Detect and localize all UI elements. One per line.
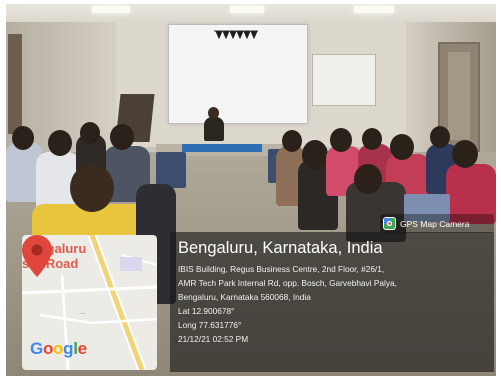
location-title: Bengaluru, Karnataka, India <box>178 239 383 257</box>
location-pin-icon <box>22 235 52 277</box>
google-logo-letter: o <box>53 339 64 358</box>
address-line-3: Bengaluru, Karnataka 560068, India <box>178 292 311 302</box>
gps-map-camera-icon <box>383 217 396 230</box>
ceiling-light <box>354 6 394 13</box>
screen-banner <box>214 30 258 40</box>
door-panel <box>448 52 470 140</box>
audience-head <box>390 134 414 160</box>
audience-head <box>70 164 114 212</box>
whiteboard <box>312 54 376 106</box>
google-logo-letter: g <box>63 339 74 358</box>
latitude: Lat 12.900678° <box>178 306 235 316</box>
audience-head <box>80 122 100 144</box>
timestamp: 21/12/21 02:52 PM <box>178 334 249 344</box>
audience-head <box>302 140 328 170</box>
google-logo: Google <box>30 339 87 359</box>
floor-mat <box>182 144 262 152</box>
left-wall-panel <box>8 34 22 134</box>
longitude: Long 77.631776° <box>178 320 242 330</box>
google-logo-letter: o <box>42 339 54 358</box>
ceiling-light <box>230 6 264 13</box>
audience-head <box>330 128 352 152</box>
audience-head <box>430 126 450 148</box>
audience-head <box>12 126 34 150</box>
gps-map-camera-badge: GPS Map Camera <box>380 214 494 233</box>
audience-head <box>282 130 302 152</box>
map-marker-dots: ... <box>79 307 86 316</box>
address-line-1: IBIS Building, Regus Business Centre, 2n… <box>178 264 385 274</box>
audience-head <box>110 124 134 150</box>
google-logo-letter: G <box>30 339 43 358</box>
address-line-2: AMR Tech Park Internal Rd, opp. Bosch, G… <box>178 278 397 288</box>
gps-badge-label: GPS Map Camera <box>400 218 470 229</box>
audience-head <box>48 130 72 156</box>
ceiling-light <box>92 6 130 13</box>
presenter <box>204 117 224 141</box>
audience-head <box>362 128 382 150</box>
chair <box>156 152 186 188</box>
map-thumbnail: Bengaluru sur Road ... Google <box>22 235 157 370</box>
google-logo-letter: e <box>77 339 87 358</box>
audience-head <box>354 164 382 194</box>
presenter-head <box>208 107 219 119</box>
audience-head <box>452 140 478 168</box>
